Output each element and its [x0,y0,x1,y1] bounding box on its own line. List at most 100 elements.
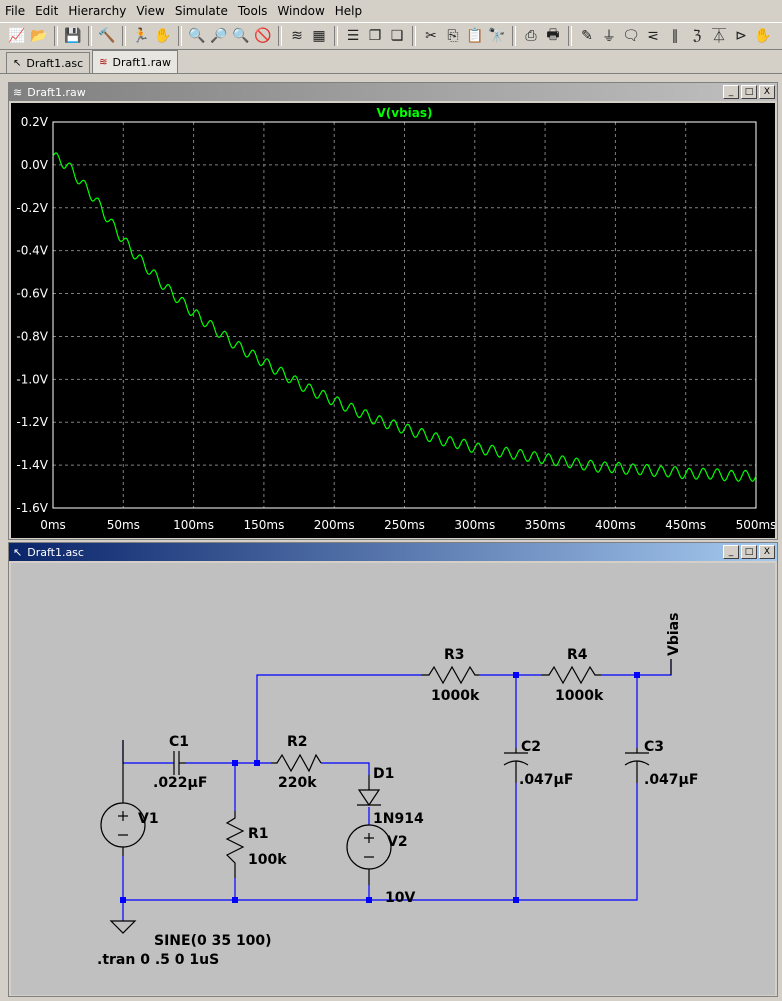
wire [256,674,421,763]
r1-value: 100k [248,852,287,868]
inductor-icon[interactable]: ℨ [687,26,707,46]
x-tick-label: 250ms [384,518,425,532]
r3-value: 1000k [431,688,480,704]
y-tick-label: -1.6V [16,501,48,515]
c1-value: .022µF [153,775,207,791]
menu-edit[interactable]: Edit [30,0,63,22]
v2-name: V2 [387,834,408,850]
r4-value: 1000k [555,688,604,704]
toolbar-separator [278,26,282,46]
voltage-source-v2[interactable] [346,824,392,885]
diode-icon[interactable]: ⏄ [709,26,729,46]
capacitor-c1[interactable] [173,751,186,775]
component-icon[interactable]: ⊳ [731,26,751,46]
cascade-icon[interactable]: ❐ [365,26,385,46]
menu-tools[interactable]: Tools [233,0,273,22]
pan-icon[interactable]: 🔎 [209,26,229,46]
ground-symbol[interactable] [109,920,137,934]
schematic-canvas[interactable]: C1 .022µF R2 220k D1 1N914 V1 R1 100k V2… [11,563,775,995]
new-schematic-icon[interactable]: 📈 [7,26,27,46]
voltage-source-v1[interactable] [100,740,146,856]
add-trace-icon[interactable]: ▦ [309,26,329,46]
menu-hierarchy[interactable]: Hierarchy [63,0,131,22]
cut-icon[interactable]: ✂ [421,26,441,46]
run-icon[interactable]: 🏃 [131,26,151,46]
menu-view[interactable]: View [131,0,169,22]
x-tick-label: 50ms [107,518,140,532]
wire [321,762,370,775]
menu-help[interactable]: Help [330,0,367,22]
net-label-vbias[interactable]: Vbias [666,613,682,656]
y-tick-label: 0.2V [21,115,49,129]
x-tick-label: 150ms [243,518,284,532]
close-button[interactable]: X [759,545,775,559]
wire [122,740,174,764]
toolbar-separator [54,26,58,46]
maximize-button[interactable]: □ [741,85,757,99]
copy-icon[interactable]: ⎘ [443,26,463,46]
zoom-cancel-icon[interactable]: 🚫 [253,26,273,46]
minimize-button[interactable]: _ [723,545,739,559]
waveform-window-icon: ≋ [13,85,23,99]
labels: C1 .022µF R2 220k D1 1N914 V1 R1 100k V2… [97,613,698,968]
tile-vertical-icon[interactable]: ❏ [387,26,407,46]
find-icon[interactable]: 🔭 [487,26,507,46]
toolbar-separator [88,26,92,46]
minimize-button[interactable]: _ [723,85,739,99]
resistor-r2[interactable] [271,753,322,773]
save-icon[interactable]: 💾 [63,26,83,46]
print-icon[interactable]: 🖶 [543,26,563,46]
schematic-window-title: Draft1.asc [27,545,84,559]
schematic-tab-icon: ↖ [13,57,22,69]
r4-name: R4 [567,647,588,663]
d1-name: D1 [373,766,394,782]
control-panel-icon[interactable]: 🔨 [97,26,117,46]
maximize-button[interactable]: □ [741,545,757,559]
tab-draft1-asc[interactable]: ↖ Draft1.asc [6,52,91,73]
tab-label: Draft1.raw [112,55,172,69]
y-tick-label: -0.4V [16,244,48,258]
zoom-in-icon[interactable]: 🔍 [187,26,207,46]
x-tick-label: 100ms [173,518,214,532]
resistor-r4[interactable] [541,665,601,685]
waveform-tab-icon: ≋ [99,56,108,68]
x-tick-label: 500ms [736,518,775,532]
menu-simulate[interactable]: Simulate [170,0,233,22]
resistor-icon[interactable]: ⋜ [643,26,663,46]
zoom-out-icon[interactable]: 🔍 [231,26,251,46]
print-setup-icon[interactable]: ⎙ [521,26,541,46]
x-tick-label: 400ms [595,518,636,532]
open-icon[interactable]: 📂 [29,26,49,46]
label-net-icon[interactable]: 🗨 [621,26,641,46]
move-icon[interactable]: ✋ [753,26,773,46]
capacitor-icon[interactable]: ∥ [665,26,685,46]
y-tick-label: -1.0V [16,372,48,386]
schematic-drawing[interactable]: C1 .022µF R2 220k D1 1N914 V1 R1 100k V2… [11,563,775,995]
close-button[interactable]: X [759,85,775,99]
toolbar-separator [512,26,516,46]
autorange-icon[interactable]: ≋ [287,26,307,46]
draw-wire-icon[interactable]: ✎ [577,26,597,46]
spice-directive[interactable]: .tran 0 .5 0 1uS [97,952,219,968]
c2-value: .047µF [519,772,573,788]
resistor-r1[interactable] [225,811,245,878]
plot-area[interactable]: 0ms 50ms 100ms 150ms 200ms 250ms 300ms 350ms 400… [11,103,776,538]
c1-name: C1 [169,734,189,750]
waveform-plot[interactable]: 0ms 50ms 100ms 150ms 200ms 250ms 300ms 350ms 400… [11,103,776,538]
paste-icon[interactable]: 📋 [465,26,485,46]
wire [122,783,638,901]
y-tick-label: -0.6V [16,287,48,301]
junction-dot [254,760,260,766]
ground-icon[interactable]: ⏚ [599,26,619,46]
tab-draft1-raw[interactable]: ≋ Draft1.raw [92,50,179,73]
tile-horizontal-icon[interactable]: ☰ [343,26,363,46]
resistor-r3[interactable] [421,665,479,685]
menu-window[interactable]: Window [272,0,329,22]
schematic-window: ↖ Draft1.asc _ □ X C1 .022µF R2 220k D1 … [8,542,778,997]
x-tick-label: 450ms [665,518,706,532]
tab-label: Draft1.asc [26,56,84,70]
menu-file[interactable]: File [0,0,30,22]
c3-value: .047µF [644,772,698,788]
halt-icon[interactable]: ✋ [153,26,173,46]
document-tabs: ↖ Draft1.asc ≋ Draft1.raw [0,50,782,74]
